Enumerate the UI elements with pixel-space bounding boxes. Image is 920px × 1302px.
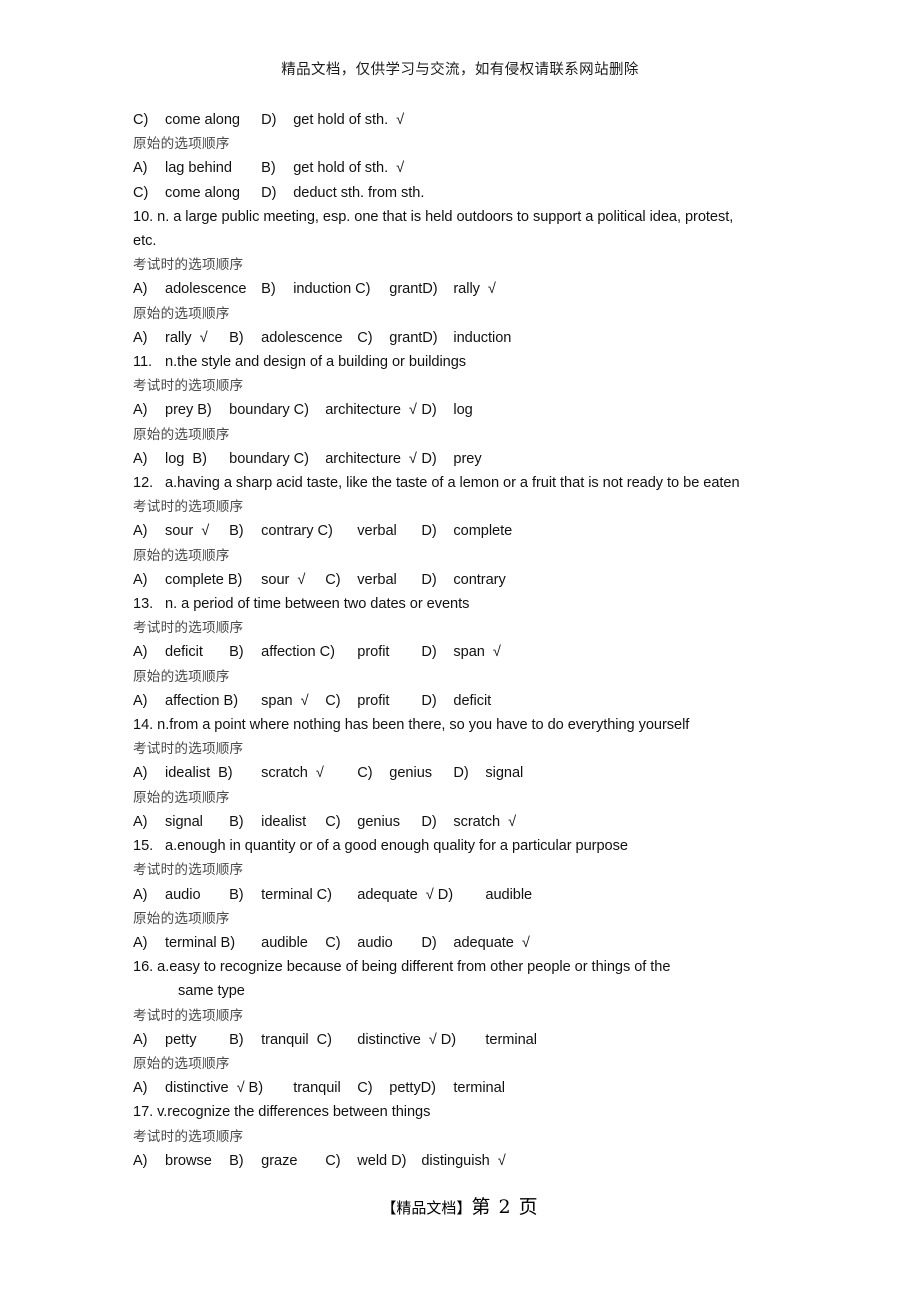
options-line: A) rally √ B) adolescence C) grantD) ind… <box>133 329 512 346</box>
options-line: A) terminal B) audible C) audio D) adequ… <box>133 934 530 951</box>
page-header: 精品文档，仅供学习与交流，如有侵权请联系网站删除 <box>0 58 920 79</box>
order-label: 考试时的选项顺序 <box>133 620 244 637</box>
options-line: A) sour √ B) contrary C) verbal D) compl… <box>133 523 513 540</box>
question-stem: etc. <box>133 233 157 250</box>
options-line: A) idealist B) scratch √ C) genius D) si… <box>133 765 524 782</box>
order-label: 考试时的选项顺序 <box>133 1128 244 1145</box>
order-label: 原始的选项顺序 <box>133 1055 230 1072</box>
options-line: A) prey B) boundary C) architecture √ D)… <box>133 402 473 419</box>
order-label: 原始的选项顺序 <box>133 305 230 322</box>
options-line: A) lag behind B) get hold of sth. √ <box>133 160 405 177</box>
options-line: A) audio B) terminal C) adequate √ D) au… <box>133 886 533 903</box>
copyright-notice: 精品文档，仅供学习与交流，如有侵权请联系网站删除 <box>281 62 639 78</box>
order-label: 考试时的选项顺序 <box>133 862 244 879</box>
footer-page-number: 第 2 页 <box>471 1196 539 1218</box>
options-line: A) complete B) sour √ C) verbal D) contr… <box>133 571 506 588</box>
order-label: 原始的选项顺序 <box>133 789 230 806</box>
order-label: 原始的选项顺序 <box>133 136 230 153</box>
question-stem: 12. a.having a sharp acid taste, like th… <box>133 475 740 492</box>
question-stem: 13. n. a period of time between two date… <box>133 596 470 613</box>
footer-line: 【精品文档】第 2 页 <box>381 1196 538 1218</box>
options-line: C) come along D) deduct sth. from sth. <box>133 184 425 201</box>
options-line: A) affection B) span √ C) profit D) defi… <box>133 692 492 709</box>
options-line: A) log B) boundary C) architecture √ D) … <box>133 450 482 467</box>
order-label: 原始的选项顺序 <box>133 547 230 564</box>
question-stem: 15. a.enough in quantity or of a good en… <box>133 838 628 855</box>
order-label: 原始的选项顺序 <box>133 910 230 927</box>
question-stem: 10. n. a large public meeting, esp. one … <box>133 208 734 225</box>
options-line: C) come along D) get hold of sth. √ <box>133 112 405 128</box>
options-line: A) adolescence B) induction C) grantD) r… <box>133 281 496 298</box>
options-line: A) petty B) tranquil C) distinctive √ D)… <box>133 1031 537 1048</box>
document-body: C) come along D) get hold of sth. √ 原始的选项… <box>133 108 813 1173</box>
question-stem: 11. n.the style and design of a building… <box>133 354 467 371</box>
options-line: A) deficit B) affection C) profit D) spa… <box>133 644 501 661</box>
order-label: 考试时的选项顺序 <box>133 741 244 758</box>
options-line: A) browse B) graze C) weld D) distinguis… <box>133 1152 506 1169</box>
header-divider <box>128 86 792 87</box>
footer-brand-label: 【精品文档】 <box>381 1199 472 1217</box>
question-stem: 16. a.easy to recognize because of being… <box>133 959 671 976</box>
options-line: A) signal B) idealist C) genius D) scrat… <box>133 813 517 830</box>
order-label: 考试时的选项顺序 <box>133 378 244 395</box>
order-label: 原始的选项顺序 <box>133 668 230 685</box>
document-page: 精品文档，仅供学习与交流，如有侵权请联系网站删除 C) come along D… <box>0 0 920 1302</box>
order-label: 考试时的选项顺序 <box>133 1007 244 1024</box>
order-label: 考试时的选项顺序 <box>133 257 244 274</box>
page-footer: 【精品文档】第 2 页 <box>0 1192 920 1219</box>
order-label: 原始的选项顺序 <box>133 426 230 443</box>
question-stem: 17. v.recognize the differences between … <box>133 1104 431 1121</box>
options-line: A) distinctive √ B) tranquil C) pettyD) … <box>133 1080 505 1097</box>
order-label: 考试时的选项顺序 <box>133 499 244 516</box>
question-stem-continuation: same type <box>178 983 245 1000</box>
question-stem: 14. n.from a point where nothing has bee… <box>133 717 690 734</box>
